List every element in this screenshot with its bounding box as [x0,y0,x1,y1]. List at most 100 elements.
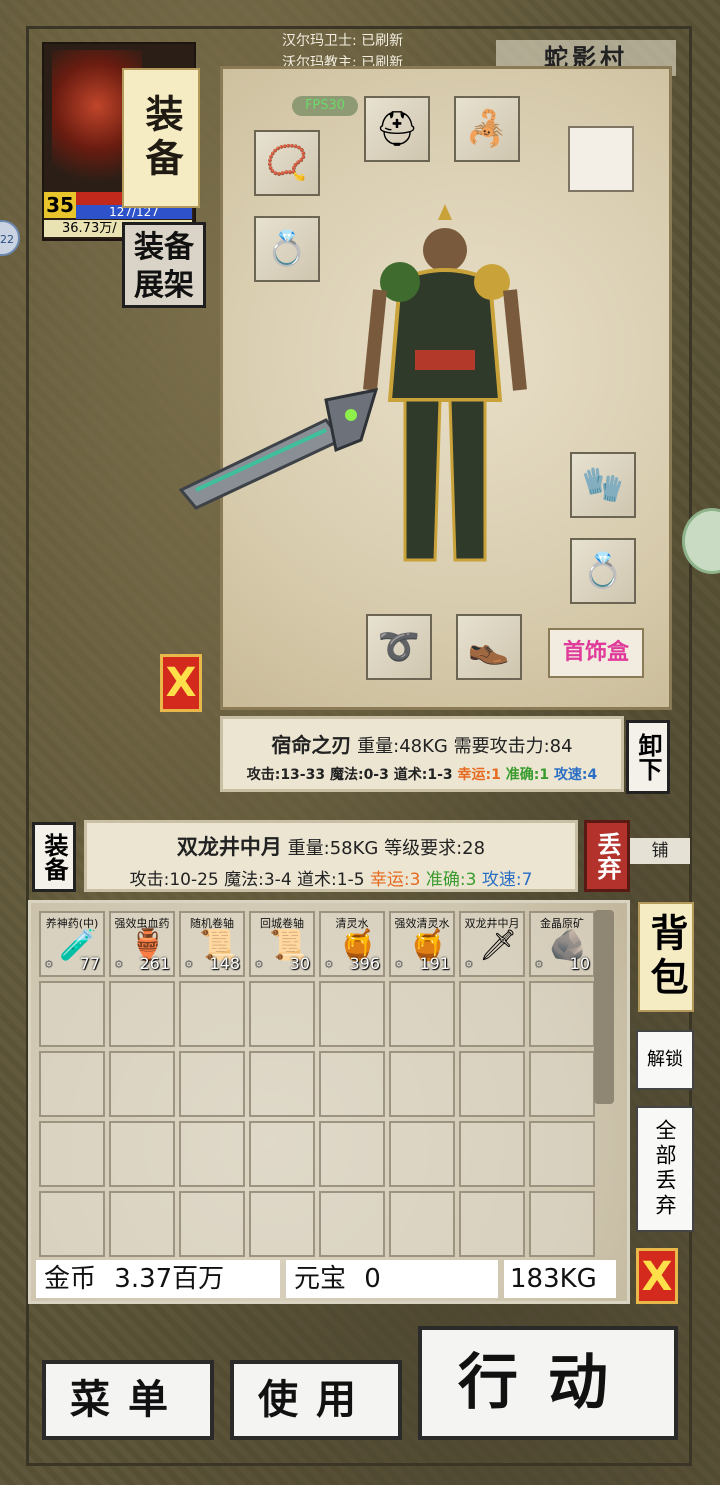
selected-item-stats2: 攻击:10-25 魔法:3-4 道术:1-5 [129,870,365,890]
inventory-slot-empty[interactable] [179,1051,245,1117]
inventory-slot-empty[interactable] [109,1051,175,1117]
inventory-slot-empty[interactable] [179,1191,245,1257]
inventory-slot-empty[interactable] [319,1121,385,1187]
currency-bar: 金币 3.37百万 元宝 0 183KG [36,1260,616,1298]
inventory-slot-empty[interactable] [319,981,385,1047]
helmet-icon: ⛑ [375,109,419,149]
item-count: 396 [349,954,380,973]
unlock-button[interactable]: 解锁 [636,1030,694,1090]
close-bag-button[interactable]: X [636,1248,678,1304]
tab-bag[interactable]: 背包 [638,902,694,1012]
inventory-slot-empty[interactable] [249,981,315,1047]
inventory-slot[interactable]: 回城卷轴 📜 ⚙ 30 [249,911,315,977]
selected-item-name: 双龙井中月 [176,835,282,859]
yuanbao-value: 0 [364,1264,381,1294]
selected-item-stats1: 重量:58KG 等级要求:28 [287,838,486,859]
inventory-slot-empty[interactable] [459,981,525,1047]
slot-glove[interactable]: 🧤 [570,452,636,518]
weight-display: 183KG [504,1260,616,1298]
inventory-slot-empty[interactable] [319,1051,385,1117]
shop-tab[interactable]: 铺 [630,838,690,864]
inventory-slot-empty[interactable] [39,1191,105,1257]
use-button[interactable]: 使用 [230,1360,402,1440]
item-count: 148 [209,954,240,973]
inventory-slot[interactable]: 金晶原矿 🪨 ⚙ 10 [529,911,595,977]
slot-ring-right[interactable]: 💍 [570,538,636,604]
inventory-slot[interactable]: 双龙井中月 🗡 ⚙ [459,911,525,977]
slot-boots[interactable]: 👞 [456,614,522,680]
inventory-slot[interactable]: 强效虫血药 🏺 ⚙ 261 [109,911,175,977]
inventory-slot-empty[interactable] [39,1121,105,1187]
tab-equipment[interactable]: 装备 [122,68,200,208]
inventory-slot[interactable]: 养神药(中) 🧪 ⚙ 77 [39,911,105,977]
inventory-slot-empty[interactable] [459,1191,525,1257]
jewelry-box-button[interactable]: 首饰盒 [548,628,644,678]
ring-icon: 💍 [265,229,309,269]
inventory-slot-empty[interactable] [319,1191,385,1257]
inventory-slot-empty[interactable] [179,1121,245,1187]
slot-helmet[interactable]: ⛑ [364,96,430,162]
inventory-scrollbar[interactable] [594,910,614,1104]
item-count: 77 [79,954,100,973]
inventory-slot-empty[interactable] [389,1191,455,1257]
drop-all-button[interactable]: 全部丢弃 [636,1106,694,1232]
inventory-slot-empty[interactable] [529,1121,595,1187]
inventory-slot-empty[interactable] [389,1051,455,1117]
inventory-slot-empty[interactable] [109,1121,175,1187]
blade-icon: 🗡 [479,928,518,963]
selected-item-stats: 攻击:10-25 魔法:3-4 道术:1-5 幸运:3 准确:3 攻速:7 [87,865,575,890]
selected-item-info: 双龙井中月 重量:58KG 等级要求:28 攻击:10-25 魔法:3-4 道术… [84,820,578,892]
selected-item-speed: 攻速:7 [481,870,533,890]
inventory-slot-empty[interactable] [109,1191,175,1257]
inventory-slot[interactable]: 强效清灵水 🍯 ⚙ 191 [389,911,455,977]
boots-icon: 👞 [467,627,511,667]
inventory-slot-empty[interactable] [529,1051,595,1117]
selected-item-title: 双龙井中月 重量:58KG 等级要求:28 [87,831,575,861]
lock-icon: ⚙ [464,958,474,971]
inventory-slot-empty[interactable] [389,981,455,1047]
equipment-display-button[interactable]: 装备展架 [122,222,206,308]
equipped-item-name: 宿命之刃 [271,733,352,757]
inventory-slot-empty[interactable] [249,1051,315,1117]
yuanbao-label: 元宝 [294,1264,347,1294]
belt-icon: ➰ [377,627,421,667]
equipped-item-stats: 攻击:13-33 魔法:0-3 道术:1-3 幸运:1 准确:1 攻速:4 [223,764,621,784]
slot-ornament[interactable]: 🦂 [454,96,520,162]
inventory-slot-empty[interactable] [459,1051,525,1117]
scorpion-icon: 🦂 [465,109,509,149]
equip-item-button[interactable]: 装备 [32,822,76,892]
equipped-item-info: 宿命之刃 重量:48KG 需要攻击力:84 攻击:13-33 魔法:0-3 道术… [220,716,624,792]
inventory-slot-empty[interactable] [249,1191,315,1257]
inventory-slot-empty[interactable] [109,981,175,1047]
inventory-slot-empty[interactable] [529,1191,595,1257]
inventory-slot-empty[interactable] [179,981,245,1047]
inventory-slot-empty[interactable] [39,981,105,1047]
ring-icon: 💍 [581,551,625,591]
unequip-button[interactable]: 卸下 [626,720,670,794]
slot-medal[interactable] [568,126,634,192]
inventory-slot-empty[interactable] [459,1121,525,1187]
selected-item-luck: 幸运:3 [369,870,421,890]
inventory-slot[interactable]: 随机卷轴 📜 ⚙ 148 [179,911,245,977]
inventory-slot-empty[interactable] [529,981,595,1047]
equipped-item-speed: 攻速:4 [553,767,598,783]
inventory-slot-empty[interactable] [389,1121,455,1187]
slot-necklace[interactable]: 📿 [254,130,320,196]
item-count: 261 [139,954,170,973]
gold-display: 金币 3.37百万 [36,1260,280,1298]
close-equipment-button[interactable]: X [160,654,202,712]
necklace-icon: 📿 [265,143,309,183]
equipped-item-accuracy: 准确:1 [505,767,550,783]
inventory-slot-empty[interactable] [249,1121,315,1187]
fps-counter: FPS30 [292,96,358,116]
equipped-item-title: 宿命之刃 重量:48KG 需要攻击力:84 [223,729,621,758]
glove-icon: 🧤 [581,465,625,505]
slot-ring-left[interactable]: 💍 [254,216,320,282]
menu-button[interactable]: 菜单 [42,1360,214,1440]
inventory-slot[interactable]: 清灵水 🍯 ⚙ 396 [319,911,385,977]
slot-belt[interactable]: ➰ [366,614,432,680]
selected-item-accuracy: 准确:3 [425,870,477,890]
drop-item-button[interactable]: 丢弃 [584,820,630,892]
inventory-slot-empty[interactable] [39,1051,105,1117]
action-button[interactable]: 行动 [418,1326,678,1440]
